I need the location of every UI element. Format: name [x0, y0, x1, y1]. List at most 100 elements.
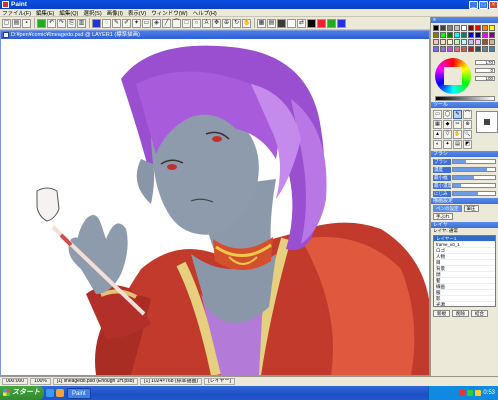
- color-swatch[interactable]: [454, 39, 460, 45]
- color-wheel[interactable]: [435, 58, 471, 94]
- fill-icon[interactable]: ◈: [152, 18, 161, 28]
- color-white-icon[interactable]: [287, 18, 296, 28]
- color-swatch[interactable]: [475, 25, 481, 31]
- color-swatch[interactable]: [489, 25, 495, 31]
- copy-icon[interactable]: ⎘: [67, 18, 76, 28]
- minimize-button[interactable]: _: [469, 0, 478, 9]
- tool-button[interactable]: ▭: [433, 110, 442, 119]
- color-swatch[interactable]: [468, 46, 474, 52]
- eraser-icon[interactable]: ▭: [142, 18, 151, 28]
- pen-icon[interactable]: ✎: [112, 18, 121, 28]
- menu-view[interactable]: 表示(V): [128, 9, 146, 17]
- ellipse-icon[interactable]: ○: [192, 18, 201, 28]
- tool-button[interactable]: ◐: [433, 140, 442, 149]
- color-primary-icon[interactable]: [307, 18, 316, 28]
- brush-setting-slider[interactable]: [452, 183, 496, 188]
- tool-button[interactable]: ✦: [443, 140, 452, 149]
- open-folder-icon[interactable]: ▤: [12, 18, 21, 28]
- brush-setting-slider[interactable]: [452, 175, 496, 180]
- color-swatch[interactable]: [482, 32, 488, 38]
- menu-window[interactable]: ウィンドウ(W): [151, 9, 187, 17]
- save-icon[interactable]: ▪: [22, 18, 31, 28]
- color-swatch[interactable]: [461, 39, 467, 45]
- menu-image[interactable]: 画像(I): [107, 9, 123, 17]
- color-blue-icon[interactable]: [337, 18, 346, 28]
- select-rect-icon[interactable]: [92, 18, 101, 28]
- tool-button[interactable]: ▽: [443, 130, 452, 139]
- tool-button[interactable]: ✋: [453, 130, 462, 139]
- lasso-icon[interactable]: ◌: [102, 18, 111, 28]
- color-swatch[interactable]: [489, 32, 495, 38]
- close-button[interactable]: ×: [489, 0, 498, 9]
- layer-item[interactable]: 光源: [434, 302, 495, 306]
- layer-action-button[interactable]: 新規: [433, 310, 450, 317]
- tool-button[interactable]: ✂: [453, 120, 462, 129]
- color-swatch[interactable]: [433, 32, 439, 38]
- new-file-icon[interactable]: ▢: [2, 18, 11, 28]
- color-black-icon[interactable]: [277, 18, 286, 28]
- drawing-canvas[interactable]: [1, 39, 429, 375]
- brush-setting-slider[interactable]: [452, 159, 496, 164]
- tool-button[interactable]: ◆: [443, 120, 452, 129]
- brush-setting-slider[interactable]: [452, 167, 496, 172]
- paste-icon[interactable]: ▥: [77, 18, 86, 28]
- menu-edit[interactable]: 編集(E): [36, 9, 54, 17]
- tray-icon[interactable]: [475, 390, 482, 396]
- color-swatch[interactable]: [489, 39, 495, 45]
- saturation-field[interactable]: 0: [475, 68, 495, 73]
- menu-select[interactable]: 選択(S): [83, 9, 101, 17]
- zoom-icon[interactable]: ⊕: [222, 18, 231, 28]
- airbrush-icon[interactable]: ✦: [132, 18, 141, 28]
- tool-button[interactable]: ⊕: [463, 120, 472, 129]
- hue-field[interactable]: 170: [475, 60, 495, 65]
- color-swatch[interactable]: [454, 46, 460, 52]
- tool-button[interactable]: ▦: [433, 120, 442, 129]
- maximize-button[interactable]: □: [479, 0, 488, 9]
- menu-edit-2[interactable]: 編集(Q): [59, 9, 78, 17]
- layer-action-button[interactable]: 結合: [471, 310, 488, 317]
- layer-action-button[interactable]: 削除: [452, 310, 469, 317]
- grid-icon[interactable]: ▦: [257, 18, 266, 28]
- color-swatch[interactable]: [440, 32, 446, 38]
- color-red-icon[interactable]: [317, 18, 326, 28]
- color-swatch[interactable]: [468, 32, 474, 38]
- color-swatch[interactable]: [447, 32, 453, 38]
- redo-icon[interactable]: ↷: [57, 18, 66, 28]
- start-button[interactable]: スタート: [0, 386, 44, 400]
- text-icon[interactable]: A: [202, 18, 211, 28]
- color-swatch[interactable]: [482, 46, 488, 52]
- color-swatch[interactable]: [475, 32, 481, 38]
- color-swatch[interactable]: [433, 46, 439, 52]
- color-swatch[interactable]: [482, 25, 488, 31]
- color-swatch[interactable]: [447, 46, 453, 52]
- color-swatch[interactable]: [440, 25, 446, 31]
- color-swatch[interactable]: [475, 46, 481, 52]
- color-swatch[interactable]: [489, 46, 495, 52]
- ie-icon[interactable]: [46, 389, 54, 397]
- tray-icon[interactable]: [467, 390, 474, 396]
- color-swatch[interactable]: [447, 39, 453, 45]
- tool-button[interactable]: ◯: [443, 110, 452, 119]
- value-field[interactable]: 100: [475, 76, 495, 81]
- color-swatch[interactable]: [461, 32, 467, 38]
- taskbar-item-paint[interactable]: Paint: [67, 387, 91, 399]
- curve-icon[interactable]: ⌒: [172, 18, 181, 28]
- color-swatch[interactable]: [468, 39, 474, 45]
- menu-help[interactable]: ヘルプ(H): [193, 9, 217, 17]
- undo-icon[interactable]: ↶: [47, 18, 56, 28]
- hand-icon[interactable]: ✋: [242, 18, 251, 28]
- color-swatch[interactable]: [433, 25, 439, 31]
- swap-color-icon[interactable]: ⇄: [297, 18, 306, 28]
- ruler-icon[interactable]: ▤: [267, 18, 276, 28]
- color-swatch[interactable]: [433, 39, 439, 45]
- tool-button[interactable]: ▤: [453, 140, 462, 149]
- color-swatch[interactable]: [482, 39, 488, 45]
- color-swatch[interactable]: [468, 25, 474, 31]
- rotate-icon[interactable]: ↻: [232, 18, 241, 28]
- color-swatch[interactable]: [461, 46, 467, 52]
- menu-file[interactable]: ファイル(F): [2, 9, 31, 17]
- color-green-icon[interactable]: [327, 18, 336, 28]
- color-swatch[interactable]: [447, 25, 453, 31]
- move-icon[interactable]: ✥: [212, 18, 221, 28]
- option-button[interactable]: ペンの設定: [433, 205, 462, 212]
